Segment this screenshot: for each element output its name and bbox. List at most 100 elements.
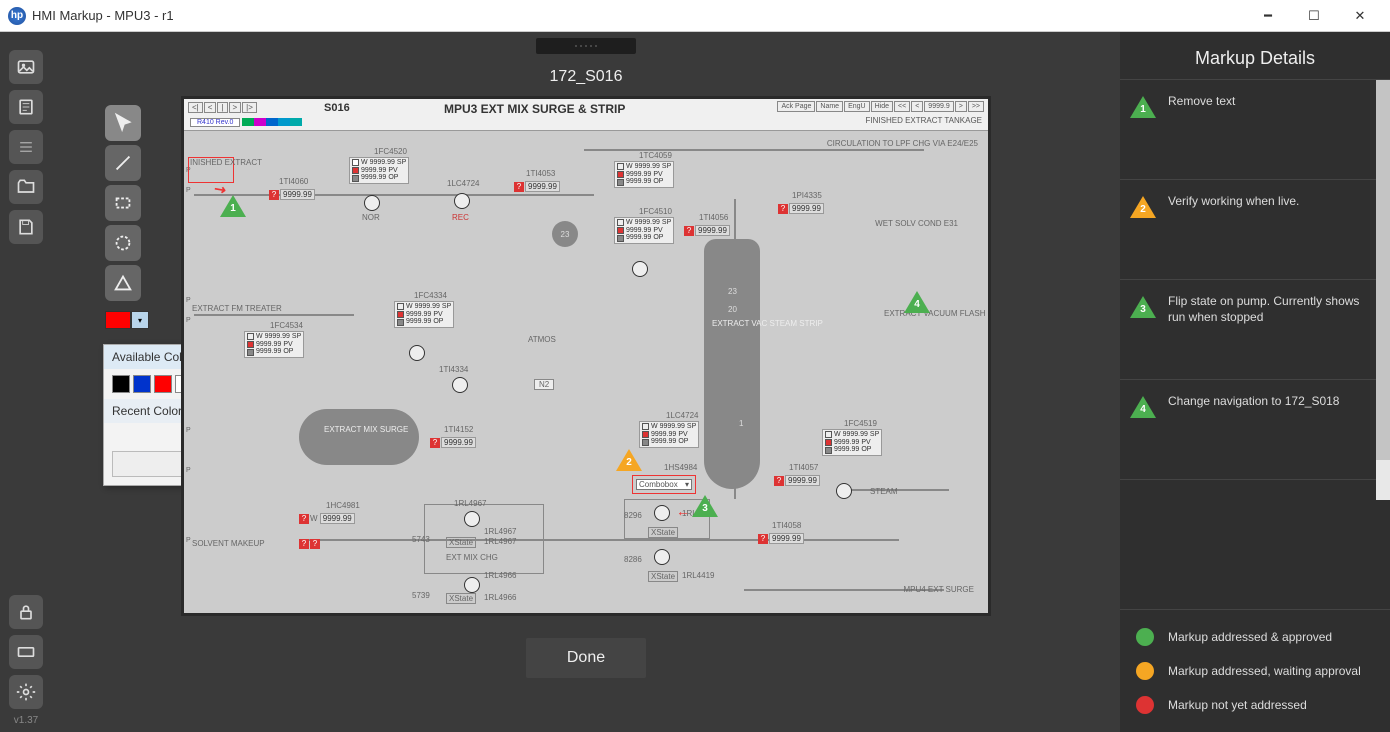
- pump-5[interactable]: [464, 511, 480, 527]
- hmi-subtitle: FINISHED EXTRACT TANKAGE: [866, 116, 982, 125]
- block-1fc4519[interactable]: W 9999.99 SP 9999.99 PV 9999.99 OP: [822, 429, 882, 456]
- pump-4[interactable]: [452, 377, 468, 393]
- markup-details-panel: Markup Details 1 Remove text 2 Verify wo…: [1120, 32, 1390, 732]
- tag-1ti4056: 1TI4056: [699, 213, 728, 222]
- legend-approved: Markup addressed & approved: [1136, 620, 1374, 654]
- markup-triangle-1[interactable]: 1: [220, 195, 246, 217]
- maximize-button[interactable]: ☐: [1292, 1, 1336, 31]
- hmi-title: MPU3 EXT MIX SURGE & STRIP: [444, 102, 625, 116]
- lock-button[interactable]: [9, 595, 43, 629]
- document-title: 172_S016: [550, 68, 623, 86]
- nor-label: NOR: [362, 213, 380, 222]
- markup-item-4[interactable]: 4 Change navigation to 172_S018: [1120, 380, 1390, 480]
- r-btn[interactable]: <: [911, 101, 923, 112]
- markup-item-3-text: Flip state on pump. Currently shows run …: [1168, 294, 1374, 325]
- tag-1ti4053: 1TI4053: [526, 169, 555, 178]
- hmi-nav-buttons[interactable]: <| < | > |>: [188, 102, 257, 113]
- xstate-4[interactable]: XState: [648, 571, 678, 582]
- nav-last[interactable]: |>: [242, 102, 257, 113]
- f-btn[interactable]: >: [955, 101, 967, 112]
- minimize-button[interactable]: ━: [1246, 1, 1290, 31]
- tag-1fc4520: 1FC4520: [374, 147, 407, 156]
- vessel-label-1: EXTRACT MIX SURGE: [324, 425, 408, 434]
- ack-page-btn[interactable]: Ack Page: [777, 101, 815, 112]
- image-tool-button[interactable]: [9, 50, 43, 84]
- hmi-revision[interactable]: R410 Rev.0: [190, 118, 240, 127]
- xstate-3[interactable]: XState: [648, 527, 678, 538]
- main-area: 172_S016 <| < | > |> S016 MPU3 EXT MIX S…: [52, 32, 1120, 732]
- markup-combobox[interactable]: Combobox▾: [632, 475, 696, 494]
- circulation-label: CIRCULATION TO LPF CHG VIA E24/E25: [827, 139, 978, 148]
- block-1fc4534[interactable]: W 9999.99 SP 9999.99 PV 9999.99 OP: [244, 331, 304, 358]
- settings-button[interactable]: [9, 675, 43, 709]
- open-folder-button[interactable]: [9, 170, 43, 204]
- tag-1fc4510: 1FC4510: [639, 207, 672, 216]
- ff-btn[interactable]: >>: [968, 101, 984, 112]
- xstate-1[interactable]: XState: [446, 537, 476, 548]
- nav-prev[interactable]: <: [204, 102, 217, 113]
- tag-1hc4981: 1HC4981: [326, 501, 360, 510]
- hmi-right-buttons[interactable]: Ack Page Name EngU Hide << < 9999.9 > >>: [777, 101, 984, 112]
- close-button[interactable]: ✕: [1338, 1, 1382, 31]
- hmi-canvas[interactable]: <| < | > |> S016 MPU3 EXT MIX SURGE & ST…: [181, 96, 991, 616]
- tag-1ti4152: 1TI4152: [444, 425, 473, 434]
- tag-1rl4967c: 1RL4967: [484, 537, 516, 546]
- pump-1[interactable]: [364, 195, 380, 211]
- nav-first[interactable]: <|: [188, 102, 203, 113]
- name-btn[interactable]: Name: [816, 101, 843, 112]
- tag-1ti4334: 1TI4334: [439, 365, 468, 374]
- rr-btn[interactable]: <<: [894, 101, 910, 112]
- save-button[interactable]: [9, 210, 43, 244]
- markup-list: 1 Remove text 2 Verify working when live…: [1120, 80, 1390, 609]
- tag-1tc4059: 1TC4059: [639, 151, 672, 160]
- legend-waiting: Markup addressed, waiting approval: [1136, 654, 1374, 688]
- pump-7[interactable]: [654, 505, 670, 521]
- val-ti4057: ?9999.99: [774, 475, 820, 486]
- done-button[interactable]: Done: [526, 638, 646, 678]
- vessel-vac-strip: [704, 239, 760, 489]
- markup-scrollbar[interactable]: [1376, 80, 1390, 500]
- tag-1hs4984: 1HS4984: [664, 463, 697, 472]
- app-logo-icon: hp: [8, 7, 26, 25]
- tag-1rl4966: 1RL4966: [484, 571, 516, 580]
- n2-label: N2: [534, 379, 554, 390]
- markup-triangle-4[interactable]: 4: [904, 291, 930, 313]
- block-1fc4520[interactable]: W 9999.99 SP 9999.99 PV 9999.99 OP: [349, 157, 409, 184]
- num-5743: 5743: [412, 535, 430, 544]
- nav-next[interactable]: >: [229, 102, 242, 113]
- tag-1ti4060: 1TI4060: [279, 177, 308, 186]
- value-field[interactable]: 9999.9: [924, 101, 953, 112]
- pump-2[interactable]: [632, 261, 648, 277]
- side-ticks: PPPPPPP: [184, 137, 192, 613]
- pump-steam[interactable]: [836, 483, 852, 499]
- note-tool-button[interactable]: [9, 90, 43, 124]
- panel-grip[interactable]: [536, 38, 636, 54]
- pump-6[interactable]: [464, 577, 480, 593]
- tag-1ti4058: 1TI4058: [772, 521, 801, 530]
- block-1fc4510[interactable]: W 9999.99 SP 9999.99 PV 9999.99 OP: [614, 217, 674, 244]
- block-1fc4334[interactable]: W 9999.99 SP 9999.99 PV 9999.99 OP: [394, 301, 454, 328]
- pump-3[interactable]: [409, 345, 425, 361]
- keyboard-button[interactable]: [9, 635, 43, 669]
- markup-triangle-3[interactable]: 3: [692, 495, 718, 517]
- markup-item-3[interactable]: 3 Flip state on pump. Currently shows ru…: [1120, 280, 1390, 380]
- val-ti4058: ?9999.99: [758, 533, 804, 544]
- xstate-2[interactable]: XState: [446, 593, 476, 604]
- tag-1fc4534: 1FC4534: [270, 321, 303, 330]
- block-1tc4059[interactable]: W 9999.99 SP 9999.99 PV 9999.99 OP: [614, 161, 674, 188]
- markup-legend: Markup addressed & approved Markup addre…: [1120, 609, 1390, 732]
- markup-arrow-3: ←: [676, 503, 690, 519]
- left-toolbar: v1.37: [0, 32, 52, 732]
- markup-item-2[interactable]: 2 Verify working when live.: [1120, 180, 1390, 280]
- vacuum-flash-label: EXTRACT VACUUM FLASH: [884, 309, 986, 318]
- pump-8[interactable]: [654, 549, 670, 565]
- markup-item-1[interactable]: 1 Remove text: [1120, 80, 1390, 180]
- markup-triangle-2[interactable]: 2: [616, 449, 642, 471]
- block-1lc4724[interactable]: W 9999.99 SP 9999.99 PV 9999.99 OP: [639, 421, 699, 448]
- engu-btn[interactable]: EngU: [844, 101, 870, 112]
- hide-btn[interactable]: Hide: [871, 101, 893, 112]
- window-title: HMI Markup - MPU3 - r1: [32, 8, 1246, 23]
- num-5739: 5739: [412, 591, 430, 600]
- pump-rec[interactable]: [454, 193, 470, 209]
- list-tool-button[interactable]: [9, 130, 43, 164]
